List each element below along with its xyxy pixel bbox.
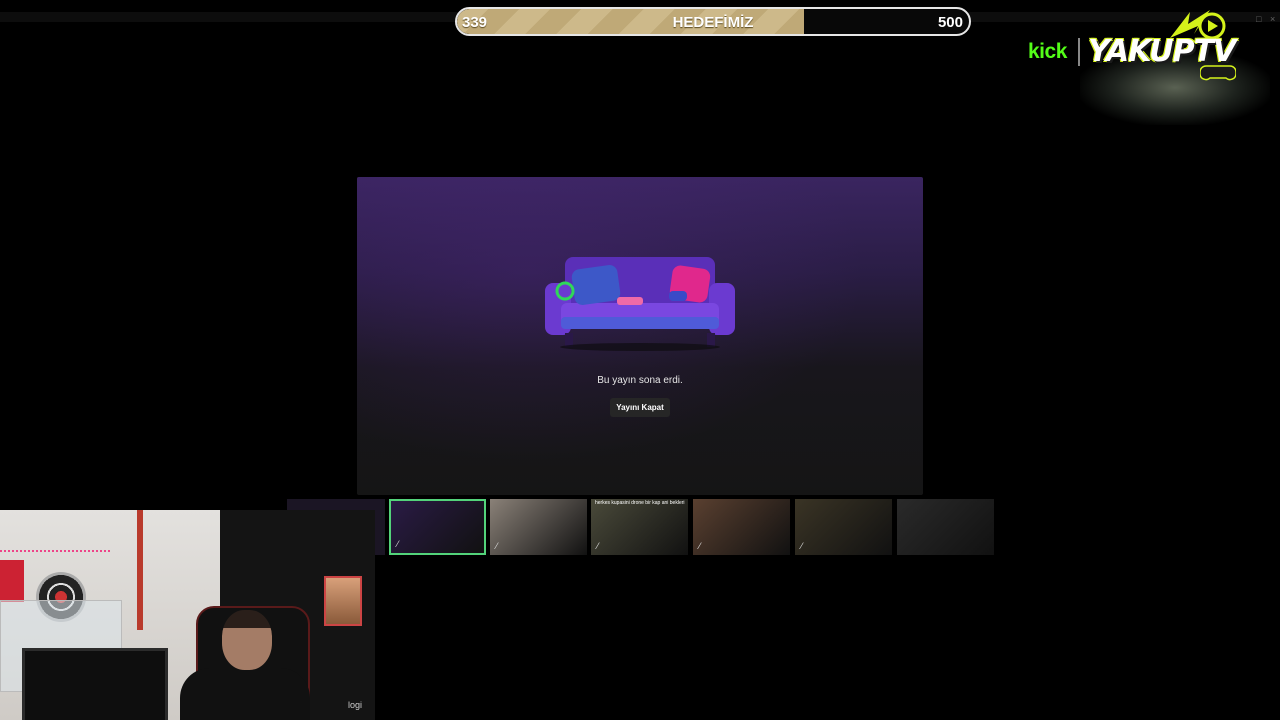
monitor: [22, 648, 168, 720]
webcam-brand-label: logi: [348, 700, 363, 710]
mic-muted-icon: ⁄: [496, 541, 498, 551]
red-curtain: [137, 510, 143, 630]
close-stream-button[interactable]: Yayını Kapat: [610, 398, 670, 417]
stream-thumbnail[interactable]: ⁄: [490, 499, 587, 555]
kick-logo: kick: [1028, 40, 1067, 63]
string-lights: [0, 550, 110, 558]
logo-divider: [1078, 38, 1080, 66]
mic-muted-icon: ⁄: [597, 541, 599, 551]
goal-progress-bar: 339 HEDEFİMİZ 500: [455, 7, 971, 36]
portrait-poster: [324, 576, 362, 626]
flag-poster: [0, 560, 24, 602]
stream-thumbnail[interactable]: [897, 499, 994, 555]
streamer-body: [180, 668, 310, 720]
goal-end-value: 500: [937, 14, 963, 31]
stream-thumbnail[interactable]: ⁄: [693, 499, 790, 555]
goal-title: HEDEFİMİZ: [672, 14, 754, 31]
stream-thumbnail[interactable]: herkes kupasini drone bir kap ani bekler…: [591, 499, 688, 555]
maximize-icon[interactable]: □: [1256, 14, 1261, 24]
webcam-overlay: logi: [0, 510, 375, 720]
stream-thumbnail[interactable]: ⁄: [795, 499, 892, 555]
close-icon[interactable]: ×: [1270, 14, 1275, 24]
couch-illustration: [545, 257, 735, 351]
mic-muted-icon: ⁄: [397, 539, 399, 549]
mic-muted-icon: ⁄: [801, 541, 803, 551]
stream-thumbnail[interactable]: ⁄: [389, 499, 486, 555]
streamer-head: [222, 610, 272, 670]
gamepad-icon: [1200, 65, 1236, 81]
mic-muted-icon: ⁄: [699, 541, 701, 551]
stream-ended-message: Bu yayın sona erdi.: [597, 375, 683, 386]
stream-ended-dialog: Bu yayın sona erdi. Yayını Kapat: [357, 177, 923, 495]
thumbnail-caption: herkes kupasini drone bir kap ani bekler…: [595, 500, 685, 506]
